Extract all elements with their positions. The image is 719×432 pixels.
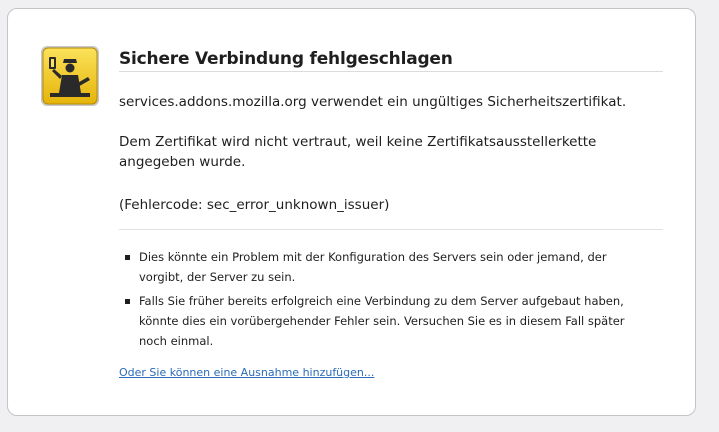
list-item: Dies könnte ein Problem mit der Konfigur… — [119, 247, 639, 287]
explanation-list: Dies könnte ein Problem mit der Konfigur… — [119, 247, 639, 355]
bullet-icon — [125, 299, 130, 304]
add-exception-link[interactable]: Oder Sie können eine Ausnahme hinzufügen… — [119, 366, 374, 379]
title-divider — [119, 71, 663, 72]
page-title: Sichere Verbindung fehlgeschlagen — [119, 49, 453, 69]
list-item-text: Dies könnte ein Problem mit der Konfigur… — [139, 250, 607, 284]
security-guard-icon — [41, 46, 99, 106]
section-divider — [119, 229, 663, 230]
error-code: (Fehlercode: sec_error_unknown_issuer) — [119, 197, 390, 213]
bullet-icon — [125, 255, 130, 260]
error-description: services.addons.mozilla.org verwendet ei… — [119, 94, 627, 110]
list-item-text: Falls Sie früher bereits erfolgreich ein… — [139, 294, 625, 348]
error-panel: Sichere Verbindung fehlgeschlagen servic… — [7, 8, 696, 416]
error-reason: Dem Zertifikat wird nicht vertraut, weil… — [119, 134, 597, 170]
list-item: Falls Sie früher bereits erfolgreich ein… — [119, 291, 639, 351]
